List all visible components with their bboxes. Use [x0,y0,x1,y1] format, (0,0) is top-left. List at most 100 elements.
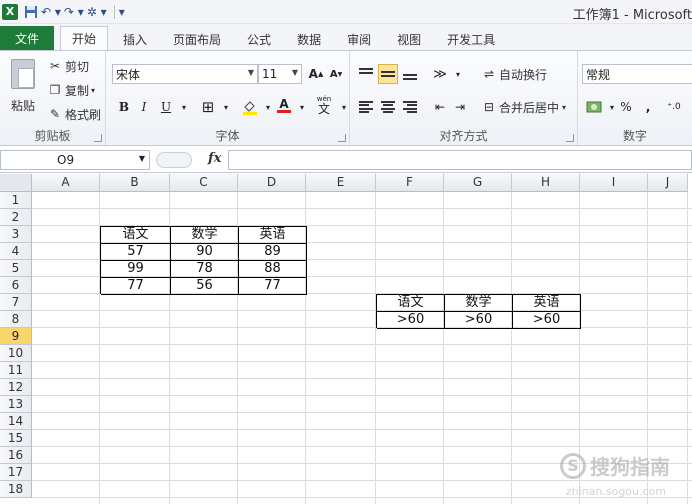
row-header-7[interactable]: 7 [0,294,32,311]
formula-bar-handle[interactable] [156,152,192,168]
border-icon[interactable]: ⊞ [198,97,218,117]
align-middle-icon[interactable] [378,64,398,84]
criteria-table-header-cell[interactable]: 英语 [513,294,581,312]
score-table-cell[interactable]: 57 [101,243,171,261]
row-header-9[interactable]: 9 [0,328,32,345]
bold-button[interactable]: B [114,97,134,117]
chevron-down-icon[interactable]: ▾ [216,97,236,117]
score-table-cell[interactable]: 88 [239,260,307,278]
comma-button[interactable]: , [638,97,658,117]
row-header-10[interactable]: 10 [0,345,32,362]
row-header-5[interactable]: 5 [0,260,32,277]
select-all-corner[interactable] [0,174,32,192]
column-header-a[interactable]: A [32,174,100,192]
column-header-j[interactable]: J [648,174,688,192]
column-header-e[interactable]: E [306,174,376,192]
align-bottom-icon[interactable] [400,64,420,84]
row-header-12[interactable]: 12 [0,379,32,396]
column-header-g[interactable]: G [444,174,512,192]
underline-button[interactable]: U [156,97,176,117]
row-header-2[interactable]: 2 [0,209,32,226]
fill-color-icon[interactable] [240,97,260,117]
font-name-combo[interactable]: 宋体 ▼ [112,64,258,84]
row-header-11[interactable]: 11 [0,362,32,379]
increase-decimal-icon[interactable]: ⁺.0 [664,97,684,117]
format-painter-button[interactable]: ✎ 格式刷 [48,105,101,123]
score-table-cell[interactable]: 77 [101,277,171,295]
percent-button[interactable]: % [616,97,636,117]
row-header-1[interactable]: 1 [0,192,32,209]
chevron-down-icon[interactable]: ▾ [174,97,194,117]
undo-icon[interactable]: ↶ ▾ [41,2,61,22]
insert-function-icon[interactable]: fx [208,151,221,166]
tab-home[interactable]: 开始 [60,26,109,50]
merge-center-button[interactable]: ⊟ 合并后居中 ▾ [482,98,566,116]
column-header-h[interactable]: H [512,174,580,192]
score-table-cell[interactable]: 99 [101,260,171,278]
align-top-icon[interactable] [356,64,376,84]
criteria-table-header-cell[interactable]: 语文 [377,294,445,312]
score-table-header-cell[interactable]: 英语 [239,226,307,244]
paste-button[interactable]: 粘贴 [8,57,38,135]
tab-review[interactable]: 审阅 [336,28,382,50]
align-right-icon[interactable] [400,97,420,117]
criteria-table-cell[interactable]: >60 [377,311,445,329]
tab-formulas[interactable]: 公式 [236,28,282,50]
dialog-launcher-icon[interactable] [338,134,346,142]
chevron-down-icon[interactable]: ▾ [119,2,125,22]
customize-icon[interactable]: ✲ ▾ [87,2,107,22]
wrap-text-button[interactable]: ⇌ 自动换行 [482,65,547,83]
column-header-c[interactable]: C [170,174,238,192]
number-format-combo[interactable]: 常规 [582,64,692,84]
row-header-16[interactable]: 16 [0,447,32,464]
row-header-8[interactable]: 8 [0,311,32,328]
dialog-launcher-icon[interactable] [94,134,102,142]
name-box[interactable]: O9 ▼ [0,150,150,170]
decrease-indent-icon[interactable]: ⇤ [430,97,450,117]
criteria-table-cell[interactable]: >60 [513,311,581,329]
column-header-d[interactable]: D [238,174,306,192]
criteria-table-header-cell[interactable]: 数学 [445,294,513,312]
score-table-cell[interactable]: 77 [239,277,307,295]
row-header-14[interactable]: 14 [0,413,32,430]
font-color-icon[interactable]: A [274,95,294,115]
font-size-combo[interactable]: 11 ▼ [258,64,302,84]
grow-font-button[interactable]: A ▲ [306,64,326,84]
orientation-icon[interactable]: ≫ [430,64,450,84]
currency-icon[interactable] [584,97,604,117]
score-table-cell[interactable]: 56 [171,277,239,295]
score-table-cell[interactable]: 78 [171,260,239,278]
score-table-cell[interactable]: 90 [171,243,239,261]
phonetic-icon[interactable]: wén 文 [312,95,336,115]
column-header-f[interactable]: F [376,174,444,192]
tab-view[interactable]: 视图 [386,28,432,50]
row-header-4[interactable]: 4 [0,243,32,260]
row-header-18[interactable]: 18 [0,481,32,498]
row-header-13[interactable]: 13 [0,396,32,413]
worksheet-grid[interactable]: ABCDEFGHIJ 1 2 3 4 5 6 7 8 9 10 11 12 13 14 15 16 17 18 语… [0,174,692,504]
copy-button[interactable]: ❐ 复制 ▾ [48,81,95,99]
column-header-i[interactable]: I [580,174,648,192]
align-center-icon[interactable] [378,97,398,117]
cut-button[interactable]: ✂ 剪切 [48,57,89,75]
increase-indent-icon[interactable]: ⇥ [450,97,470,117]
save-icon[interactable] [24,2,38,22]
dialog-launcher-icon[interactable] [566,134,574,142]
align-left-icon[interactable] [356,97,376,117]
column-header-b[interactable]: B [100,174,170,192]
chevron-down-icon[interactable]: ▾ [292,97,312,117]
criteria-table-cell[interactable]: >60 [445,311,513,329]
tab-page-layout[interactable]: 页面布局 [162,28,232,50]
score-table-header-cell[interactable]: 语文 [101,226,171,244]
score-table-header-cell[interactable]: 数学 [171,226,239,244]
shrink-font-button[interactable]: A ▼ [326,64,346,84]
tab-insert[interactable]: 插入 [112,28,158,50]
row-header-15[interactable]: 15 [0,430,32,447]
tab-developer[interactable]: 开发工具 [436,28,506,50]
row-header-17[interactable]: 17 [0,464,32,481]
chevron-down-icon[interactable]: ▾ [448,64,468,84]
formula-input[interactable] [228,150,692,170]
row-header-6[interactable]: 6 [0,277,32,294]
italic-button[interactable]: I [134,97,154,117]
row-header-3[interactable]: 3 [0,226,32,243]
